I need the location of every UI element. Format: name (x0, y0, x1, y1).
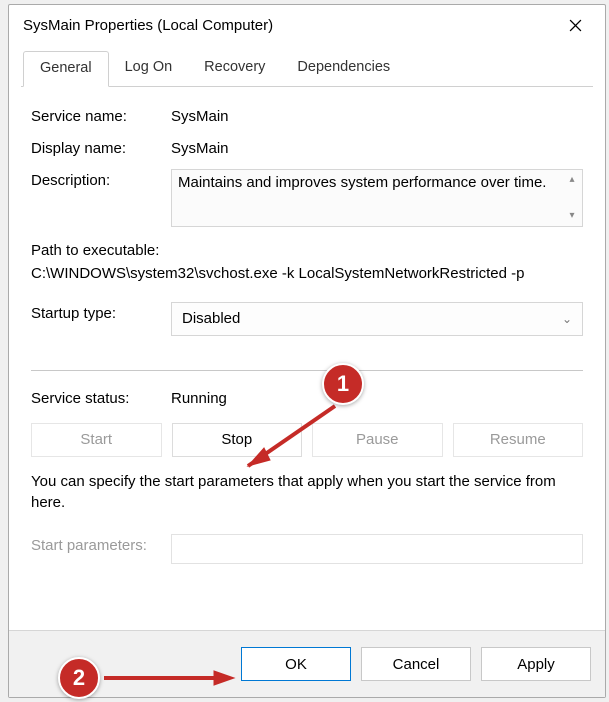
titlebar: SysMain Properties (Local Computer) (9, 5, 605, 45)
service-name-label: Service name: (31, 105, 171, 125)
path-label: Path to executable: (31, 239, 583, 262)
start-params-input (171, 534, 583, 564)
startup-type-value: Disabled (182, 310, 240, 327)
properties-dialog: SysMain Properties (Local Computer) Gene… (8, 4, 606, 698)
pause-button[interactable]: Pause (312, 423, 443, 457)
dialog-footer: OK Cancel Apply (9, 630, 605, 697)
scroll-up-icon[interactable]: ▴ (564, 172, 580, 188)
stop-button[interactable]: Stop (172, 423, 303, 457)
resume-button[interactable]: Resume (453, 423, 584, 457)
service-status-label: Service status: (31, 387, 171, 407)
tab-dependencies[interactable]: Dependencies (281, 51, 406, 86)
display-name-label: Display name: (31, 137, 171, 157)
ok-button[interactable]: OK (241, 647, 351, 681)
start-params-label: Start parameters: (31, 534, 171, 554)
tab-panel-general: Service name: SysMain Display name: SysM… (21, 87, 593, 620)
annotation-badge-1: 1 (322, 363, 364, 405)
service-name-value: SysMain (171, 105, 583, 125)
close-button[interactable] (553, 9, 597, 41)
path-value: C:\WINDOWS\system32\svchost.exe -k Local… (31, 262, 583, 285)
startup-type-select[interactable]: Disabled ⌄ (171, 302, 583, 336)
dialog-body: General Log On Recovery Dependencies Ser… (9, 45, 605, 630)
description-text: Maintains and improves system performanc… (178, 174, 546, 191)
service-status-value: Running (171, 387, 583, 407)
chevron-down-icon: ⌄ (562, 312, 572, 326)
annotation-badge-2: 2 (58, 657, 100, 699)
startup-type-label: Startup type: (31, 302, 171, 322)
divider (31, 370, 583, 371)
window-title: SysMain Properties (Local Computer) (23, 17, 553, 34)
tab-strip: General Log On Recovery Dependencies (21, 51, 593, 87)
apply-button[interactable]: Apply (481, 647, 591, 681)
start-button[interactable]: Start (31, 423, 162, 457)
scroll-down-icon[interactable]: ▾ (564, 208, 580, 224)
description-label: Description: (31, 169, 171, 189)
tab-log-on[interactable]: Log On (109, 51, 189, 86)
close-icon (569, 19, 582, 32)
tab-general[interactable]: General (23, 51, 109, 87)
start-params-hint: You can specify the start parameters tha… (31, 471, 583, 515)
cancel-button[interactable]: Cancel (361, 647, 471, 681)
display-name-value: SysMain (171, 137, 583, 157)
service-control-buttons: Start Stop Pause Resume (31, 423, 583, 457)
description-box[interactable]: Maintains and improves system performanc… (171, 169, 583, 227)
tab-recovery[interactable]: Recovery (188, 51, 281, 86)
